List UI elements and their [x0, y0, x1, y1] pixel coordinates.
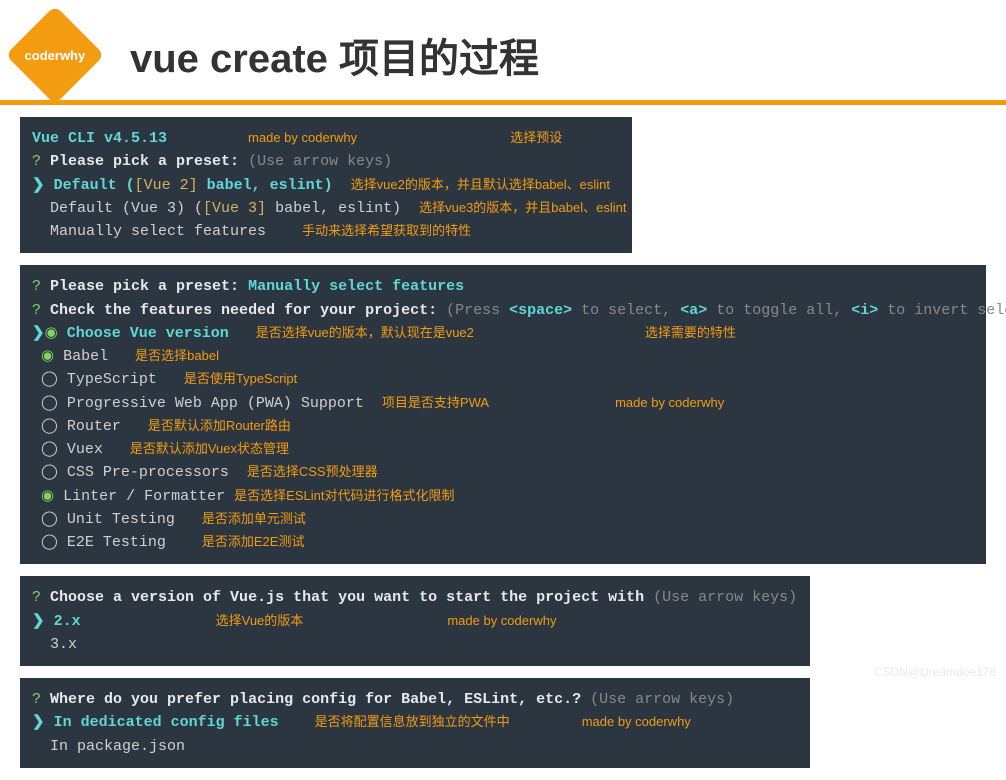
terminal-vue-version: ? Choose a version of Vue.js that you wa… — [20, 576, 810, 666]
annotation: 选择vue2的版本，并且默认选择babel、eslint — [351, 177, 610, 192]
answer: Manually select features — [248, 278, 464, 295]
feature: Router — [67, 418, 121, 435]
credit: made by coderwhy — [615, 395, 724, 410]
cli-version: Vue CLI v4.5.13 — [32, 130, 167, 147]
arrow-icon: ❯ — [32, 325, 45, 342]
logo-text: coderwhy — [25, 48, 86, 63]
annotation: 项目是否支持PWA — [382, 395, 489, 410]
annotation: 是否选择ESLint对代码进行格式化限制 — [234, 488, 454, 503]
annotation: 是否将配置信息放到独立的文件中 — [315, 714, 510, 729]
option: Default ( — [54, 177, 135, 194]
feature: Babel — [63, 348, 108, 365]
feature: Linter / Formatter — [63, 488, 225, 505]
hint: (Use arrow keys) — [653, 589, 797, 606]
section-label: 选择预设 — [510, 130, 562, 145]
section-label: 选择Vue的版本 — [216, 613, 304, 628]
annotation: 是否选择babel — [135, 348, 219, 363]
selected-icon: ◉ — [41, 348, 54, 365]
terminal-preset: Vue CLI v4.5.13 made by coderwhy 选择预设 ? … — [20, 117, 632, 253]
credit: made by coderwhy — [582, 714, 691, 729]
unselected-icon: ◯ — [41, 441, 58, 458]
feature: TypeScript — [67, 371, 157, 388]
section-label: 选择需要的特性 — [645, 325, 736, 340]
unselected-icon: ◯ — [41, 534, 58, 551]
prompt: Where do you prefer placing config for B… — [50, 691, 581, 708]
annotation: 是否添加单元测试 — [202, 511, 306, 526]
option: Manually select features — [50, 223, 266, 240]
option: Default (Vue 3) ( — [50, 200, 203, 217]
annotation: 是否选择CSS预处理器 — [247, 464, 378, 479]
annotation: 选择vue3的版本，并且babel、eslint — [419, 200, 626, 215]
logo-badge: coderwhy — [6, 6, 105, 105]
feature: CSS Pre-processors — [67, 464, 229, 481]
arrow-icon: ❯ — [32, 613, 45, 630]
option: babel, eslint) — [266, 200, 401, 217]
selected-icon: ◉ — [45, 325, 58, 342]
unselected-icon: ◯ — [41, 395, 58, 412]
arrow-icon: ❯ — [32, 177, 45, 194]
page-title: vue create 项目的过程 — [130, 26, 539, 84]
terminal-features: ? Please pick a preset: Manually select … — [20, 265, 986, 564]
arrow-icon: ❯ — [32, 714, 45, 731]
option: In package.json — [50, 738, 185, 755]
credit: made by coderwhy — [248, 130, 357, 145]
feature: E2E Testing — [67, 534, 166, 551]
feature: Vuex — [67, 441, 103, 458]
option: babel, eslint) — [198, 177, 333, 194]
prompt: Check the features needed for your proje… — [50, 302, 437, 319]
hint: (Use arrow keys) — [590, 691, 734, 708]
prompt: Please pick a preset: — [50, 153, 239, 170]
annotation: 手动来选择希望获取到的特性 — [302, 223, 471, 238]
feature: Choose Vue version — [67, 325, 229, 342]
option: 2.x — [54, 613, 81, 630]
hint: (Use arrow keys) — [248, 153, 392, 170]
feature: Unit Testing — [67, 511, 175, 528]
unselected-icon: ◯ — [41, 511, 58, 528]
prompt: Choose a version of Vue.js that you want… — [50, 589, 644, 606]
feature: Progressive Web App (PWA) Support — [67, 395, 364, 412]
prompt: Please pick a preset: — [50, 278, 239, 295]
annotation: 是否默认添加Router路由 — [148, 418, 291, 433]
annotation: 是否添加E2E测试 — [202, 534, 305, 549]
unselected-icon: ◯ — [41, 371, 58, 388]
option: [Vue 3] — [203, 200, 266, 217]
unselected-icon: ◯ — [41, 418, 58, 435]
watermark: CSDN@Dreamdoe176 — [874, 665, 996, 679]
terminal-config-location: ? Where do you prefer placing config for… — [20, 678, 810, 768]
annotation: 是否使用TypeScript — [184, 371, 297, 386]
page-header: coderwhy vue create 项目的过程 — [0, 0, 1006, 105]
option: 3.x — [50, 636, 77, 653]
unselected-icon: ◯ — [41, 464, 58, 481]
annotation: 是否默认添加Vuex状态管理 — [130, 441, 289, 456]
option: [Vue 2] — [135, 177, 198, 194]
question-mark: ? — [32, 153, 41, 170]
selected-icon: ◉ — [41, 488, 54, 505]
option: In dedicated config files — [54, 714, 279, 731]
annotation: 是否选择vue的版本，默认现在是vue2 — [256, 325, 474, 340]
credit: made by coderwhy — [447, 613, 556, 628]
